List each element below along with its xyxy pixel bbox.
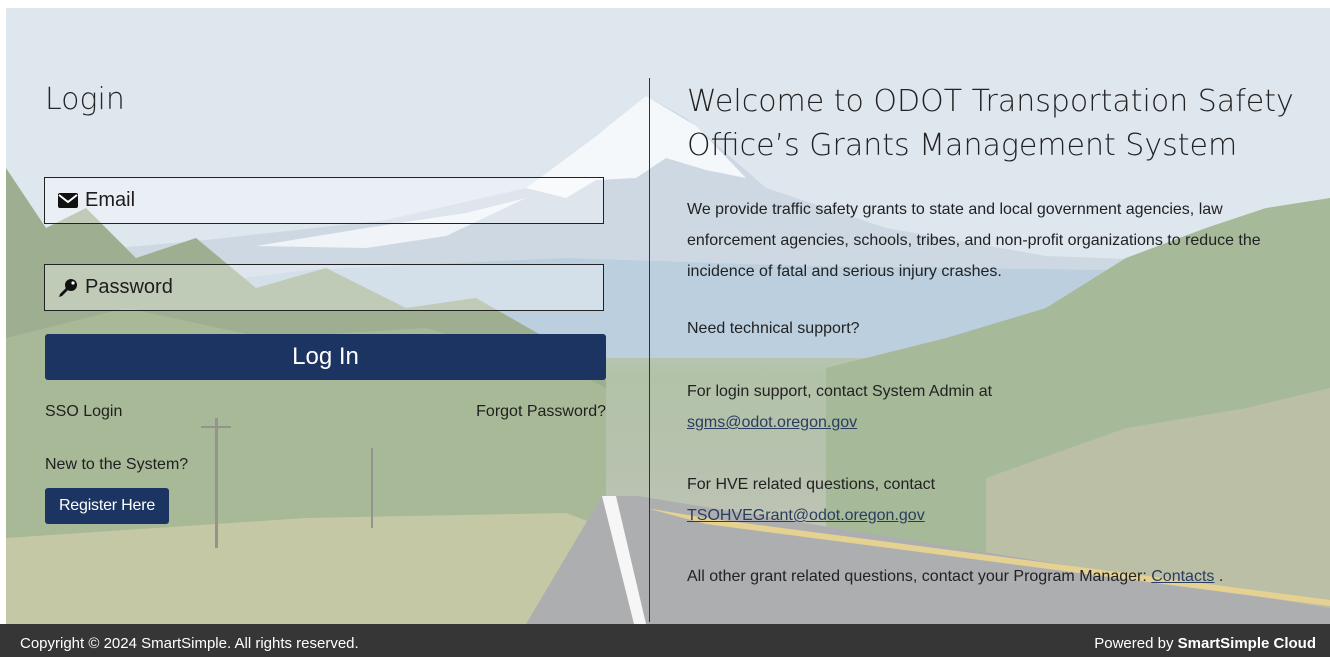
powered-by: Powered by SmartSimple Cloud	[1094, 635, 1316, 652]
powered-brand: SmartSimple Cloud	[1177, 635, 1316, 652]
hve-email-link[interactable]: TSOHVEGrant@odot.oregon.gov	[687, 507, 925, 525]
forgot-password-link[interactable]: Forgot Password?	[476, 403, 606, 421]
powered-prefix: Powered by	[1094, 635, 1174, 652]
period-text: .	[1218, 568, 1224, 585]
login-title: Login	[45, 82, 125, 117]
login-support-email-link[interactable]: sgms@odot.oregon.gov	[687, 414, 857, 432]
email-field[interactable]	[44, 177, 604, 224]
register-button[interactable]: Register Here	[45, 488, 169, 524]
column-divider	[649, 78, 650, 622]
intro-paragraph: We provide traffic safety grants to stat…	[687, 201, 1261, 280]
hve-support-text: For HVE related questions, contact	[687, 476, 936, 493]
password-input[interactable]	[81, 276, 603, 299]
login-support-text: For login support, contact System Admin …	[687, 383, 993, 400]
contacts-link[interactable]: Contacts	[1151, 568, 1214, 585]
password-field[interactable]	[44, 264, 604, 311]
sso-login-link[interactable]: SSO Login	[45, 403, 122, 421]
new-user-text: New to the System?	[45, 456, 189, 473]
key-icon	[55, 278, 81, 298]
copyright-text: Copyright © 2024 SmartSimple. All rights…	[20, 635, 359, 652]
program-manager-text: All other grant related questions, conta…	[687, 568, 1223, 586]
footer: Copyright © 2024 SmartSimple. All rights…	[0, 624, 1330, 657]
login-button[interactable]: Log In	[45, 334, 606, 380]
support-heading: Need technical support?	[687, 320, 860, 337]
welcome-title: Welcome to ODOT Transportation Safety Of…	[687, 84, 1294, 163]
program-manager-label: All other grant related questions, conta…	[687, 568, 1147, 585]
email-input[interactable]	[81, 189, 603, 212]
envelope-icon	[55, 193, 81, 208]
